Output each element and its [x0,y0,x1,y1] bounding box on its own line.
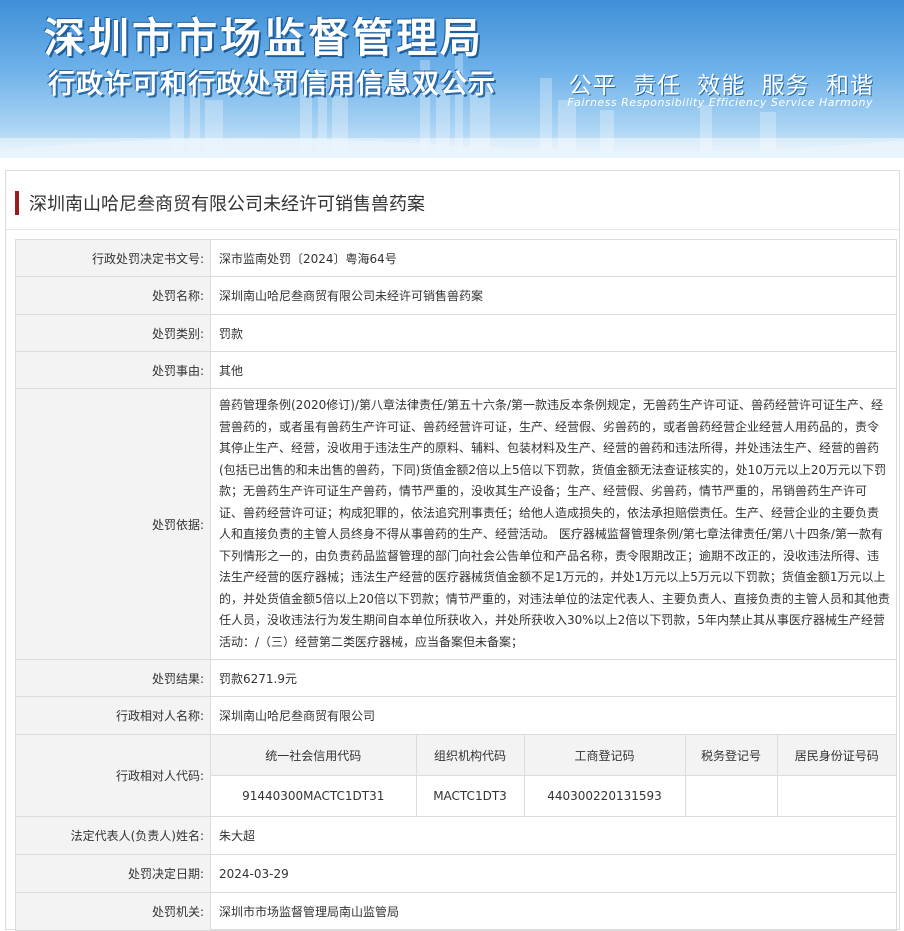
table-row: 行政相对人代码: 统一社会信用代码 组织机构代码 工商登记码 税务登记号 居民身… [15,734,897,817]
code-value-credit: 91440300MACTC1DT31 [211,775,417,816]
basis-label: 处罚依据: [15,388,211,660]
decision-date-label: 处罚决定日期: [15,854,211,893]
site-subtitle: 行政许可和行政处罚信用信息双公示 [48,69,496,100]
motto-english: Fairness Responsibility Efficiency Servi… [567,96,873,109]
authority-label: 处罚机关: [15,892,211,931]
table-row: 处罚机关: 深圳市市场监督管理局南山监管局 [15,892,897,931]
table-row: 处罚结果: 罚款6271.9元 [15,659,897,697]
penalty-type-value: 罚款 [210,314,897,352]
table-row: 行政相对人名称: 深圳南山哈尼叁商贸有限公司 [15,696,897,735]
code-value-id [777,776,896,817]
code-header-org: 组织机构代码 [416,735,525,776]
penalty-info-table: 行政处罚决定书文号: 深市监南处罚〔2024〕粤海64号 处罚名称: 深圳南山哈… [15,239,897,931]
legal-rep-label: 法定代表人(负责人)姓名: [15,816,211,855]
result-label: 处罚结果: [15,659,211,697]
site-title: 深圳市市场监督管理局 [44,14,484,62]
party-name-label: 行政相对人名称: [15,696,211,735]
table-row: 处罚名称: 深圳南山哈尼叁商贸有限公司未经许可销售兽药案 [15,276,897,315]
code-value-business: 440300220131593 [524,775,686,816]
penalty-reason-label: 处罚事由: [15,351,211,389]
penalty-name-label: 处罚名称: [15,276,211,315]
decision-no-label: 行政处罚决定书文号: [15,239,211,277]
basis-value: 兽药管理条例(2020修订)/第八章法律责任/第五十六条/第一款违反本条例规定，… [210,388,897,660]
codes-value-row: 91440300MACTC1DT31 MACTC1DT3 44030022013… [211,775,896,817]
code-header-tax: 税务登记号 [685,735,778,776]
code-header-business: 工商登记码 [524,735,686,776]
title-accent-bar [15,191,19,215]
penalty-reason-value: 其他 [210,351,897,389]
decision-no-value: 深市监南处罚〔2024〕粤海64号 [210,239,897,277]
penalty-type-label: 处罚类别: [15,314,211,352]
codes-header-row: 统一社会信用代码 组织机构代码 工商登记码 税务登记号 居民身份证号码 [211,735,896,776]
code-header-credit: 统一社会信用代码 [211,735,417,776]
table-row: 行政处罚决定书文号: 深市监南处罚〔2024〕粤海64号 [15,239,897,277]
code-header-id: 居民身份证号码 [777,735,896,776]
table-row: 处罚类别: 罚款 [15,314,897,352]
motto-chinese: 公平 责任 效能 服务 和谐 [568,73,874,99]
decision-date-value: 2024-03-29 [210,854,897,893]
table-row: 处罚依据: 兽药管理条例(2020修订)/第八章法律责任/第五十六条/第一款违反… [15,388,897,660]
party-code-cell: 统一社会信用代码 组织机构代码 工商登记码 税务登记号 居民身份证号码 9144… [210,734,897,817]
party-name-value: 深圳南山哈尼叁商贸有限公司 [210,696,897,735]
code-value-tax [685,775,778,816]
legal-rep-value: 朱大超 [210,816,897,855]
divider [6,229,899,230]
party-codes-table: 统一社会信用代码 组织机构代码 工商登记码 税务登记号 居民身份证号码 9144… [211,735,896,816]
authority-value: 深圳市市场监督管理局南山监管局 [210,892,897,931]
party-code-label: 行政相对人代码: [15,734,211,817]
table-row: 处罚决定日期: 2024-03-29 [15,854,897,893]
case-title: 深圳南山哈尼叁商贸有限公司未经许可销售兽药案 [29,194,425,215]
case-detail-panel: 深圳南山哈尼叁商贸有限公司未经许可销售兽药案 行政处罚决定书文号: 深市监南处罚… [5,170,900,931]
penalty-name-value: 深圳南山哈尼叁商贸有限公司未经许可销售兽药案 [210,276,897,315]
header-banner: 深圳市市场监督管理局 行政许可和行政处罚信用信息双公示 公平 责任 效能 服务 … [0,0,904,158]
result-value: 罚款6271.9元 [210,659,897,697]
case-title-block: 深圳南山哈尼叁商贸有限公司未经许可销售兽药案 [15,191,425,215]
code-value-org: MACTC1DT3 [416,775,525,816]
table-row: 法定代表人(负责人)姓名: 朱大超 [15,816,897,855]
table-row: 处罚事由: 其他 [15,351,897,389]
